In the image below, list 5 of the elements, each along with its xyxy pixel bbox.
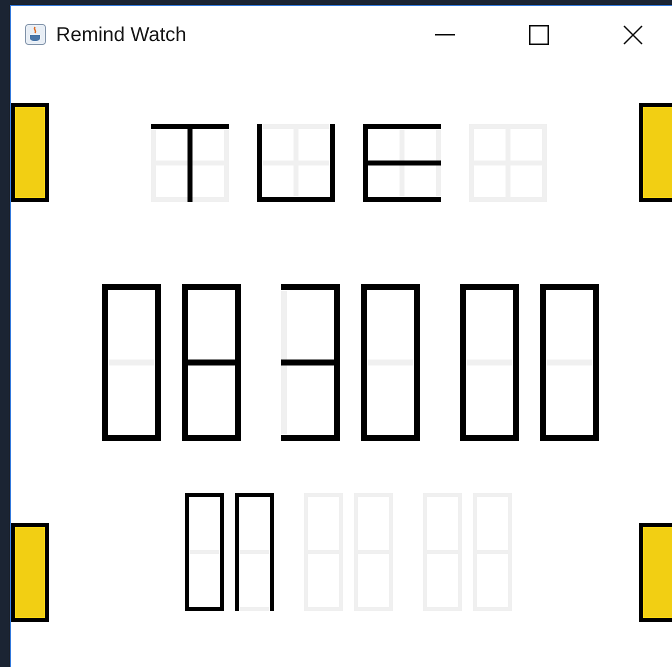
window-title: Remind Watch bbox=[56, 22, 186, 48]
close-icon bbox=[623, 24, 643, 44]
maximize-icon bbox=[529, 24, 549, 44]
coffee-cup-icon bbox=[25, 24, 46, 45]
minimize-icon bbox=[435, 34, 455, 36]
